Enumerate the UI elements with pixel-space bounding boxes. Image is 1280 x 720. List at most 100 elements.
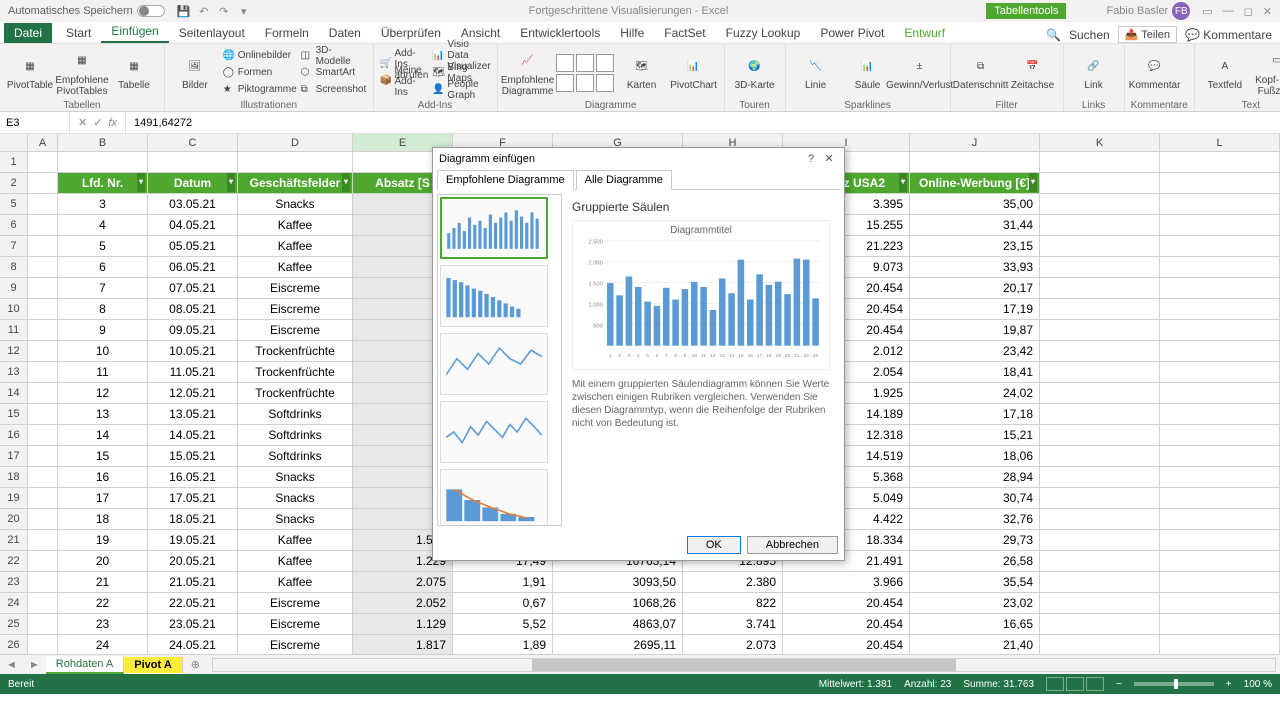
pivot-table-button[interactable]: ▦PivotTable [6,54,54,91]
autosave-toggle[interactable]: Automatisches Speichern [8,5,165,17]
save-icon[interactable]: 💾 [177,4,191,18]
dialog-tab-recommended[interactable]: Empfohlene Diagramme [437,170,574,190]
page-break-button[interactable] [1086,677,1104,691]
table-row[interactable]: 26 24 24.05.21 Eiscreme 1.817 1,89 2695,… [0,635,1280,654]
close-icon[interactable]: ✕ [1263,5,1272,18]
recommended-charts-button[interactable]: 📈Empfohlene Diagramme [504,49,552,97]
accept-formula-icon[interactable]: ✓ [93,116,102,129]
chart-thumb-line2[interactable] [440,401,548,463]
col-header-l[interactable]: L [1160,134,1280,151]
table-row[interactable]: 25 23 23.05.21 Eiscreme 1.129 5,52 4863,… [0,614,1280,635]
sheet-nav-next[interactable]: ► [23,659,46,671]
chart-thumb-pareto[interactable] [440,469,548,526]
scatter-chart-button[interactable] [596,74,614,92]
people-button[interactable]: 👤People Graph [432,82,490,98]
tab-review[interactable]: Überprüfen [371,23,451,43]
tab-insert[interactable]: Einfügen [101,21,168,43]
tab-fuzzy[interactable]: Fuzzy Lookup [716,23,811,43]
zoom-slider[interactable] [1134,682,1214,686]
dialog-title-bar[interactable]: Diagramm einfügen ? ✕ [433,148,844,169]
normal-view-button[interactable] [1046,677,1064,691]
textbox-button[interactable]: ATextfeld [1201,54,1249,91]
zoom-level[interactable]: 100 % [1244,679,1272,690]
tab-help[interactable]: Hilfe [610,23,654,43]
maximize-icon[interactable]: ◻ [1244,5,1253,18]
headerfooter-button[interactable]: ▭Kopf- und Fußzeile [1253,49,1280,97]
column-chart-button[interactable] [556,54,574,72]
col-header-c[interactable]: C [148,134,238,151]
ok-button[interactable]: OK [687,536,741,554]
tab-data[interactable]: Daten [319,23,371,43]
col-header-d[interactable]: D [238,134,353,151]
chart-thumb-sorted-column[interactable] [440,265,548,327]
search-label[interactable]: Suchen [1069,28,1110,42]
col-header-j[interactable]: J [910,134,1040,151]
myaddins-button[interactable]: 📦Meine Add-Ins [380,73,429,89]
tab-file[interactable]: Datei [4,23,52,43]
chart-thumb-clustered-column[interactable] [440,197,548,259]
name-box[interactable]: E3 [0,112,70,133]
chart-thumbnail-list[interactable] [437,194,562,526]
cancel-button[interactable]: Abbrechen [747,536,838,554]
dialog-help-button[interactable]: ? [802,153,820,165]
tab-start[interactable]: Start [56,23,101,43]
sparkline-winloss-button[interactable]: ±Gewinn/Verlust [896,54,944,91]
tab-developer[interactable]: Entwicklertools [510,23,610,43]
col-header-a[interactable]: A [28,134,58,151]
comments-button[interactable]: 💬 Kommentare [1185,28,1272,42]
page-layout-button[interactable] [1066,677,1084,691]
col-header-k[interactable]: K [1040,134,1160,151]
slicer-button[interactable]: ⧉Datenschnitt [957,54,1005,91]
line-chart-button[interactable] [576,54,594,72]
pie-chart-button[interactable] [596,54,614,72]
comment-button[interactable]: 💬Kommentar [1131,54,1179,91]
chart-thumb-line1[interactable] [440,333,548,395]
screenshot-button[interactable]: ⧉Screenshot [301,82,367,98]
rec-pivot-button[interactable]: ▦Empfohlene PivotTables [58,49,106,97]
tab-factset[interactable]: FactSet [654,23,715,43]
sheet-tab-pivot[interactable]: Pivot A [124,657,183,673]
sparkline-column-button[interactable]: 📊Säule [844,54,892,91]
qat-dropdown-icon[interactable]: ▾ [237,4,251,18]
minimize-icon[interactable]: — [1223,5,1234,18]
horizontal-scrollbar[interactable] [212,658,1276,672]
dialog-tab-all[interactable]: Alle Diagramme [576,170,672,190]
tab-pagelayout[interactable]: Seitenlayout [169,23,255,43]
tab-powerpivot[interactable]: Power Pivot [810,23,894,43]
table-row[interactable]: 24 22 22.05.21 Eiscreme 2.052 0,67 1068,… [0,593,1280,614]
user-info[interactable]: Fabio Basler FB [1106,2,1190,20]
fx-icon[interactable]: fx [108,117,117,129]
area-chart-button[interactable] [576,74,594,92]
sheet-tab-rohdaten[interactable]: Rohdaten A [46,656,125,674]
timeline-button[interactable]: 📅Zeitachse [1009,54,1057,91]
formula-input[interactable]: 1491,64272 [126,117,1280,129]
cancel-formula-icon[interactable]: ✕ [78,116,87,129]
icons-button[interactable]: ★Piktogramme [223,82,297,98]
tab-design[interactable]: Entwurf [894,23,955,43]
redo-icon[interactable]: ↷ [217,4,231,18]
shapes-button[interactable]: ◯Formen [223,65,297,81]
pivotchart-button[interactable]: 📊PivotChart [670,54,718,91]
3dmodels-button[interactable]: ◫3D-Modelle [301,48,367,64]
smartart-button[interactable]: ⬡SmartArt [301,65,367,81]
3dmap-button[interactable]: 🌍3D-Karte [731,54,779,91]
maps-button[interactable]: 🗺Karten [618,54,666,91]
toggle-switch[interactable] [137,5,165,17]
bar-chart-button[interactable] [556,74,574,92]
pictures-button[interactable]: 🖼Bilder [171,54,219,91]
online-pictures-button[interactable]: 🌐Onlinebilder [223,48,297,64]
select-all-corner[interactable] [0,134,28,151]
table-row[interactable]: 23 21 21.05.21 Kaffee 2.075 1,91 3093,50… [0,572,1280,593]
table-button[interactable]: ▦Tabelle [110,54,158,91]
sparkline-line-button[interactable]: 📉Linie [792,54,840,91]
dialog-close-button[interactable]: ✕ [820,152,838,165]
ribbon-options-icon[interactable]: ▭ [1202,5,1212,18]
sheet-nav-prev[interactable]: ◄ [0,659,23,671]
zoom-in-button[interactable]: + [1226,679,1232,690]
tab-formulas[interactable]: Formeln [255,23,319,43]
share-button[interactable]: 📤 Teilen [1118,26,1177,43]
link-button[interactable]: 🔗Link [1070,54,1118,91]
add-sheet-button[interactable]: ⊕ [183,658,208,671]
col-header-b[interactable]: B [58,134,148,151]
undo-icon[interactable]: ↶ [197,4,211,18]
